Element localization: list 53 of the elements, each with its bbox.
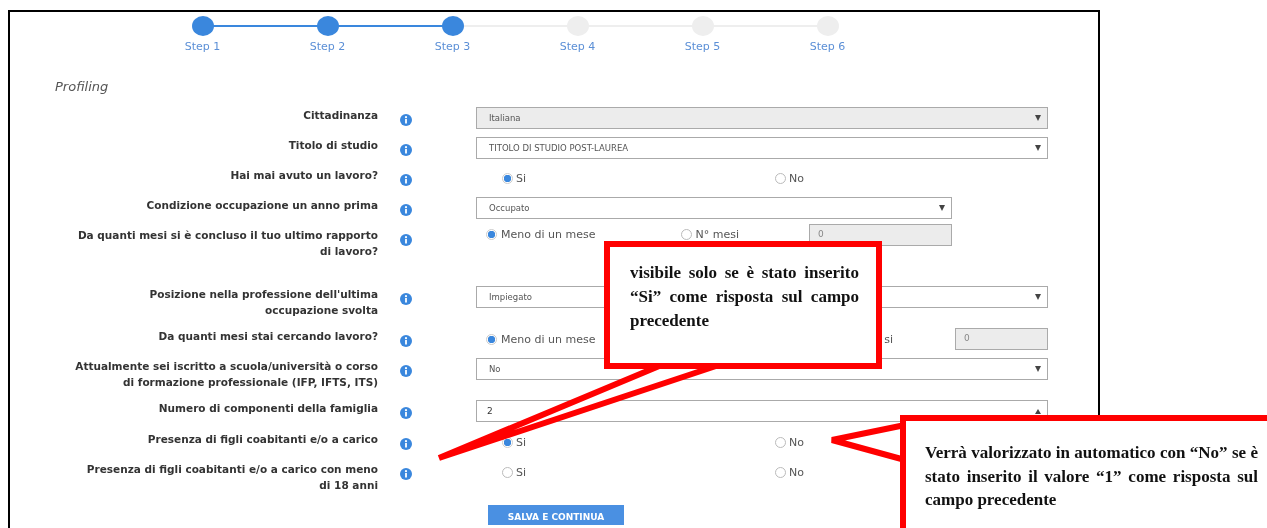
field-label: Presenza di figli coabitanti e/o a carico [146, 432, 378, 447]
info-icon[interactable] [400, 365, 412, 377]
radio-label[interactable]: No [789, 465, 804, 479]
field-label: Da quanti mesi si è concluso il tuo ultimo rapporto di lavoro? [76, 228, 378, 259]
radio-button[interactable] [502, 466, 513, 478]
field-label: Hai mai avuto un lavoro? [229, 168, 378, 183]
field-label: Da quanti mesi stai cercando lavoro? [157, 329, 378, 344]
field-label: Attualmente sei iscritto a scuola/università o corso di formazione professionale (IFP, IFTS, ITS) [74, 359, 378, 390]
callout-tooltip: visibile solo se è stato inserito “Si” come risposta sul campo precedente [604, 241, 882, 369]
info-icon[interactable] [400, 144, 412, 156]
radio-label[interactable]: Si [516, 435, 527, 449]
info-icon[interactable] [400, 407, 412, 419]
radio-button[interactable] [775, 436, 786, 448]
radio-button[interactable] [775, 466, 786, 478]
step-dot[interactable] [441, 16, 464, 36]
radio-button[interactable] [486, 229, 497, 240]
step-dot[interactable] [316, 16, 339, 36]
radio-button[interactable] [775, 172, 786, 184]
radio-label[interactable]: Si [516, 171, 527, 185]
info-icon[interactable] [400, 114, 412, 126]
info-icon[interactable] [400, 468, 412, 480]
info-icon[interactable] [400, 438, 412, 450]
radio-button[interactable] [486, 333, 497, 345]
radio-label[interactable]: N° mesi [695, 228, 739, 241]
radio-label[interactable]: No [789, 435, 804, 449]
info-icon[interactable] [400, 204, 412, 216]
caret-icon [1035, 115, 1041, 121]
caret-icon [939, 205, 945, 211]
info-icon[interactable] [400, 174, 412, 186]
radio-label[interactable]: Meno di un mese [501, 332, 596, 346]
callout-tooltip: Verrà valorizzato in automatico con “No” se è stato inserito il valore “1” come risposta sul campo precedente [900, 415, 1267, 528]
info-icon[interactable] [400, 335, 412, 347]
caret-icon [1035, 145, 1041, 151]
radio-button[interactable] [502, 172, 513, 184]
field-label: Titolo di studio [287, 138, 378, 153]
step-dot[interactable] [191, 16, 214, 36]
select-field[interactable]: Occupato [476, 197, 952, 219]
caret-icon [1035, 366, 1041, 372]
info-icon[interactable] [400, 234, 412, 246]
caret-icon [1035, 294, 1041, 300]
field-label: Numero di componenti della famiglia [157, 401, 378, 416]
radio-label[interactable]: No [789, 171, 804, 185]
info-icon[interactable] [400, 293, 412, 305]
radio-button[interactable] [680, 229, 692, 240]
radio-label[interactable]: Meno di un mese [501, 228, 596, 241]
section-title: Profiling [55, 79, 110, 94]
radio-label[interactable]: Si [516, 465, 527, 479]
field-label: Condizione occupazione un anno prima [145, 198, 378, 213]
field-label: Posizione nella professione dell'ultima occupazione svolta [148, 287, 378, 318]
field-label: Cittadinanza [302, 108, 378, 123]
select-field[interactable]: TITOLO DI STUDIO POST-LAUREA [476, 137, 1048, 159]
field-label: Presenza di figli coabitanti e/o a carico con meno di 18 anni [85, 462, 378, 493]
radio-label[interactable]: si [884, 332, 893, 346]
